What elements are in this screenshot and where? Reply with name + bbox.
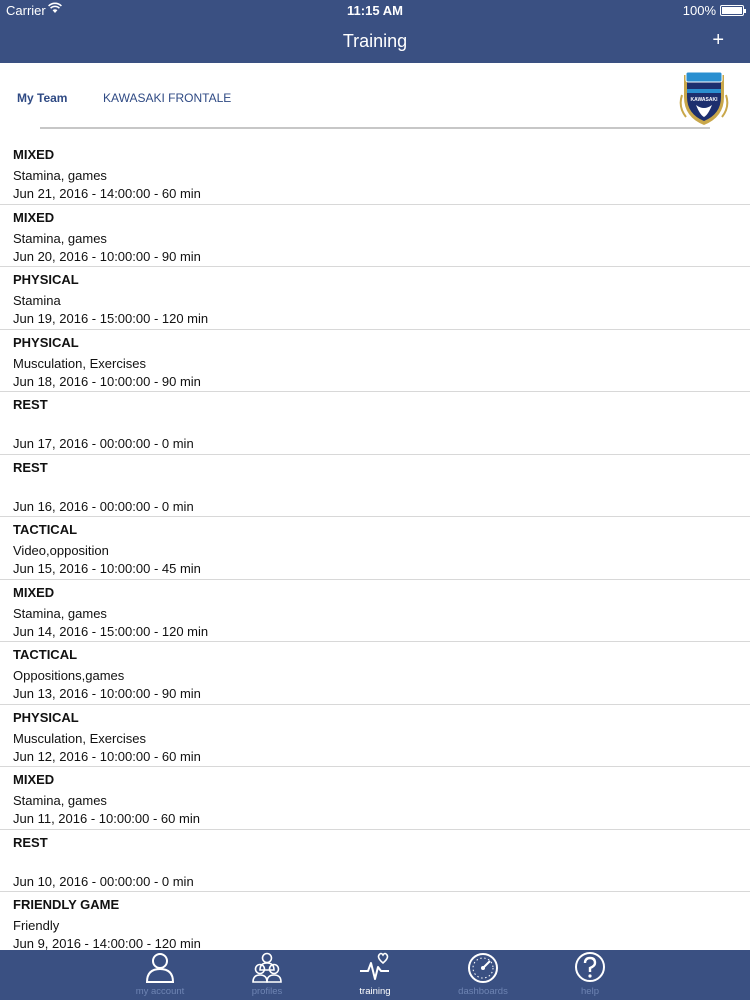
training-list-item[interactable]: MIXED Stamina, games Jun 21, 2016 - 14:00:…	[0, 142, 750, 205]
tab-training[interactable]: training	[330, 950, 420, 1000]
training-type: MIXED	[13, 584, 55, 600]
training-list-item[interactable]: REST Jun 10, 2016 - 00:00:00 - 0 min	[0, 830, 750, 892]
training-type: MIXED	[13, 772, 55, 787]
tab-dashboards[interactable]: dashboards	[438, 950, 528, 1000]
training-type: MIXED	[13, 147, 55, 162]
training-list-item[interactable]: PHYSICAL Musculation, Exercises Jun 18, 20…	[0, 330, 750, 392]
training-type: PHYSICAL	[13, 272, 79, 287]
tab-profiles[interactable]: profiles	[222, 950, 312, 1000]
training-datetime: Jun 10, 2016 - 00:00:00 - 0 min	[13, 873, 194, 889]
battery-percent: 100%	[682, 3, 716, 18]
training-list-item[interactable]: TACTICAL Video,opposition Jun 15, 2016 - 1…	[0, 517, 750, 580]
training-description: Stamina, games	[13, 168, 107, 183]
training-type: REST	[13, 834, 48, 850]
navigation-bar: Carrier 11:15 AM 100% Training +	[0, 0, 750, 63]
page-title: Training	[342, 31, 408, 51]
training-type: MIXED	[13, 209, 55, 225]
training-datetime: Jun 21, 2016 - 14:00:00 - 60 min	[13, 186, 201, 201]
person-icon	[145, 953, 175, 983]
training-description: Musculation, Exercises	[13, 730, 146, 746]
training-list-item[interactable]: MIXED Stamina, games Jun 11, 2016 - 10:00:…	[0, 767, 750, 830]
training-list-item[interactable]: FRIENDLY GAME Friendly Jun 9, 2016 - 14:00…	[0, 892, 750, 950]
training-type: TACTICAL	[13, 647, 78, 662]
tab-label: my account	[135, 986, 185, 997]
team-bar: My Team KAWASAKI FRONTALE KAWASAKI	[0, 63, 750, 129]
tab-help[interactable]: help	[545, 950, 635, 1000]
training-list-item[interactable]: PHYSICAL Stamina Jun 19, 2016 - 15:00:00 -…	[0, 267, 750, 330]
status-bar: Carrier 11:15 AM 100%	[0, 0, 750, 22]
training-description: Friendly	[13, 918, 60, 933]
training-list-item[interactable]: MIXED Stamina, games Jun 20, 2016 - 10:00:…	[0, 205, 750, 267]
training-type: TACTICAL	[13, 522, 78, 537]
training-datetime: Jun 12, 2016 - 10:00:00 - 60 min	[13, 748, 201, 764]
training-description: Oppositions,games	[13, 668, 125, 683]
training-description: Stamina, games	[13, 793, 107, 808]
people-icon	[252, 952, 282, 983]
question-icon	[575, 952, 605, 982]
training-type: REST	[13, 397, 48, 412]
training-datetime: Jun 20, 2016 - 10:00:00 - 90 min	[13, 248, 201, 264]
training-list-item[interactable]: MIXED Stamina, games Jun 14, 2016 - 15:00:…	[0, 580, 750, 642]
tab-bar: my account profiles training dashboards	[0, 950, 750, 1000]
training-type: REST	[13, 459, 48, 475]
training-description: Stamina	[13, 293, 61, 308]
training-datetime: Jun 11, 2016 - 10:00:00 - 60 min	[13, 811, 200, 826]
training-type: PHYSICAL	[13, 334, 79, 350]
tab-my-account[interactable]: my account	[115, 950, 205, 1000]
heartbeat-icon	[360, 952, 389, 980]
team-crest-icon: KAWASAKI	[679, 71, 729, 125]
training-list[interactable]: MIXED Stamina, games Jun 21, 2016 - 14:00:…	[0, 142, 750, 950]
training-list-item[interactable]: REST Jun 17, 2016 - 00:00:00 - 0 min	[0, 392, 750, 455]
training-datetime: Jun 15, 2016 - 10:00:00 - 45 min	[13, 561, 201, 576]
battery-icon	[720, 5, 746, 16]
training-datetime: Jun 18, 2016 - 10:00:00 - 90 min	[13, 373, 201, 389]
training-description: Video,opposition	[13, 543, 109, 558]
status-time: 11:15 AM	[347, 3, 403, 18]
training-list-item[interactable]: PHYSICAL Musculation, Exercises Jun 12, 20…	[0, 705, 750, 767]
add-training-button[interactable]: +	[712, 30, 724, 50]
training-datetime: Jun 14, 2016 - 15:00:00 - 120 min	[13, 623, 209, 639]
team-bar-divider	[40, 127, 710, 129]
tab-label: profiles	[251, 986, 283, 997]
tab-label: training	[359, 986, 391, 997]
training-datetime: Jun 17, 2016 - 00:00:00 - 0 min	[13, 436, 194, 451]
training-datetime: Jun 16, 2016 - 00:00:00 - 0 min	[13, 498, 194, 514]
crest-lettering: KAWASAKI	[691, 97, 719, 103]
training-type: FRIENDLY GAME	[13, 897, 120, 912]
speedometer-icon	[468, 953, 498, 983]
training-type: PHYSICAL	[13, 709, 79, 725]
team-name[interactable]: KAWASAKI FRONTALE	[103, 91, 231, 105]
training-description: Musculation, Exercises	[13, 355, 146, 371]
training-datetime: Jun 9, 2016 - 14:00:00 - 120 min	[13, 936, 201, 950]
my-team-label[interactable]: My Team	[17, 91, 67, 105]
tab-label: help	[581, 986, 599, 997]
tab-label: dashboards	[458, 986, 508, 997]
training-list-item[interactable]: REST Jun 16, 2016 - 00:00:00 - 0 min	[0, 455, 750, 517]
training-description: Stamina, games	[13, 230, 107, 246]
training-list-item[interactable]: TACTICAL Oppositions,games Jun 13, 2016 - …	[0, 642, 750, 705]
training-datetime: Jun 13, 2016 - 10:00:00 - 90 min	[13, 686, 201, 701]
training-datetime: Jun 19, 2016 - 15:00:00 - 120 min	[13, 311, 209, 326]
training-description: Stamina, games	[13, 605, 107, 621]
